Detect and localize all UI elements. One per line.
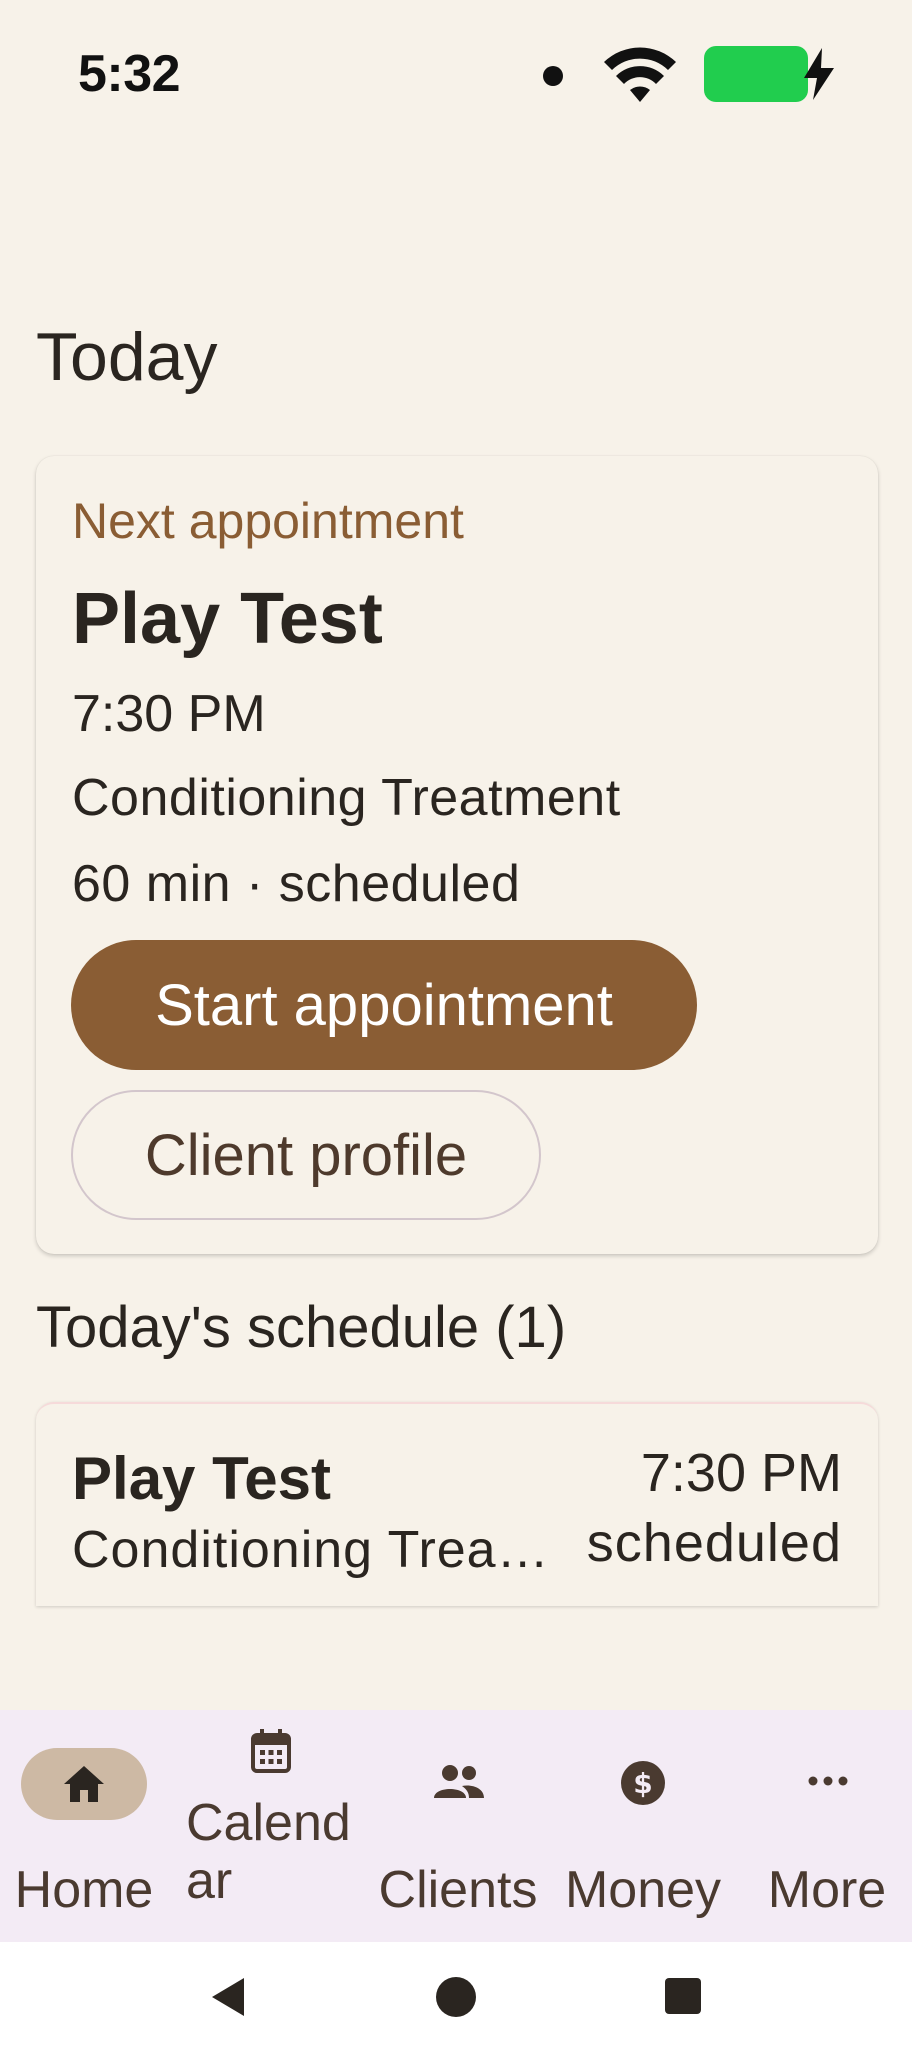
bottom-navigation: Home Calend ar Clients $ Money More: [0, 1710, 912, 1942]
next-appointment-label: Next appointment: [72, 493, 464, 549]
schedule-item-client: Play Test: [72, 1445, 332, 1512]
schedule-item-time: 7:30 PM: [640, 1443, 842, 1503]
nav-label-clients: Clients: [378, 1861, 538, 1919]
status-bar: 5:32: [0, 0, 912, 150]
dollar-icon: $: [621, 1761, 665, 1805]
system-navigation-bar: [0, 1942, 912, 2048]
nav-item-more[interactable]: More: [742, 1710, 912, 1942]
nav-label-more: More: [767, 1861, 887, 1919]
status-clock: 5:32: [78, 45, 181, 103]
next-appointment-meta: 60 min · scheduled: [72, 855, 521, 913]
nav-label-home: Home: [14, 1861, 154, 1919]
charging-bolt-icon: [804, 48, 834, 100]
schedule-item-status: scheduled: [586, 1513, 842, 1573]
nav-item-money[interactable]: $ Money: [544, 1710, 742, 1942]
calendar-icon: [251, 1729, 291, 1773]
start-appointment-button[interactable]: Start appointment: [71, 940, 697, 1070]
schedule-item-service: Conditioning Treatment: [72, 1521, 562, 1579]
home-icon: [64, 1766, 104, 1802]
svg-text:$: $: [633, 1767, 652, 1800]
battery-icon: [704, 46, 808, 102]
nav-label-money: Money: [564, 1861, 722, 1919]
next-appointment-client: Play Test: [72, 579, 383, 659]
people-icon: [434, 1765, 484, 1798]
schedule-list-item[interactable]: Play Test Conditioning Treatment 7:30 PM…: [36, 1402, 878, 1606]
home-circle-icon[interactable]: [435, 1976, 477, 2018]
page-title: Today: [36, 319, 218, 395]
recents-icon[interactable]: [664, 1977, 702, 2015]
notification-dot-icon: [543, 66, 563, 86]
client-profile-button[interactable]: Client profile: [71, 1090, 541, 1220]
more-icon: [808, 1776, 848, 1786]
next-appointment-service: Conditioning Treatment: [72, 769, 621, 827]
nav-label-calendar: Calend ar: [186, 1794, 351, 1910]
next-appointment-card: Next appointment Play Test 7:30 PM Condi…: [36, 456, 878, 1254]
nav-item-clients[interactable]: Clients: [372, 1710, 544, 1942]
nav-item-calendar[interactable]: Calend ar: [168, 1710, 372, 1942]
nav-item-home[interactable]: Home: [0, 1710, 168, 1942]
schedule-section-title: Today's schedule (1): [36, 1295, 567, 1360]
wifi-icon: [604, 47, 676, 102]
next-appointment-time: 7:30 PM: [72, 685, 266, 743]
back-icon[interactable]: [208, 1976, 248, 2018]
